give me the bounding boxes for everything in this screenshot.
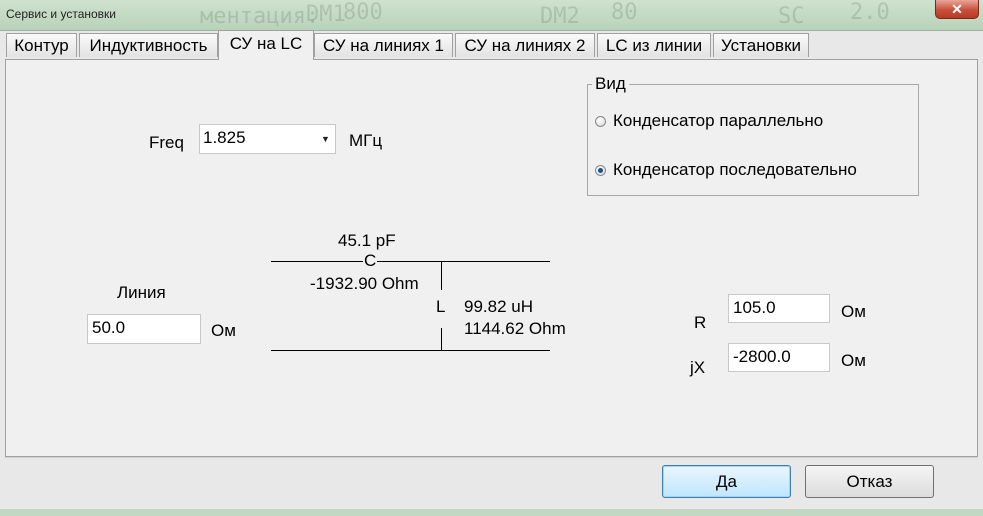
cancel-button[interactable]: Отказ [805,465,934,498]
line-impedance-input[interactable]: 50.0 [87,314,201,344]
tab-su-lc[interactable]: СУ на LC [218,30,314,60]
r-unit: Ом [841,302,866,321]
capacitor-reactance: -1932.90 Ohm [310,274,419,293]
r-input[interactable]: 105.0 [728,294,830,323]
inductor-reactance: 1144.62 Ohm [464,319,566,338]
background-text: DM1 [306,2,346,27]
tab-settings[interactable]: Установки [713,33,809,57]
tab-su-lines-2[interactable]: СУ на линиях 2 [455,33,595,57]
capacitor-label: C [363,251,378,271]
inductor-label: L [436,297,446,316]
jx-unit: Ом [841,351,866,370]
close-button[interactable]: ✕ [935,0,979,19]
background-text: SC [778,4,805,29]
bottom-wire [271,350,550,351]
title-bar: ментация: DM1 800 DM2 80 SC 2.0 Сервис и… [0,0,983,31]
radio-capacitor-series-label[interactable]: Конденсатор последовательно [613,160,857,180]
tab-lc-from-line[interactable]: LC из линии [597,33,711,57]
radio-capacitor-parallel-label[interactable]: Конденсатор параллельно [613,111,823,131]
background-text: 800 [343,0,383,25]
inductor-wire-upper [441,261,442,290]
dropdown-arrow-icon[interactable]: ▼ [321,134,330,144]
jx-label: jX [690,358,706,377]
background-text: ментация: [200,4,320,29]
view-group-title: Вид [592,74,629,94]
window-bottom-border [0,509,983,516]
freq-unit: МГц [349,131,383,150]
line-label: Линия [117,283,166,302]
r-label: R [694,313,707,332]
tab-kontur[interactable]: Контур [6,33,77,57]
freq-label: Freq [149,133,184,152]
tab-su-lines-1[interactable]: СУ на линиях 1 [314,33,453,57]
window-title: Сервис и установки [6,7,116,21]
top-wire [271,261,550,262]
freq-value: 1.825 [203,128,246,147]
inductance-value: 99.82 uH [464,297,533,316]
jx-input[interactable]: -2800.0 [728,343,830,372]
freq-combobox[interactable]: 1.825 ▼ [199,124,336,154]
footer-separator [5,457,978,458]
tab-inductance[interactable]: Индуктивность [79,33,218,57]
capacitance-value: 45.1 pF [338,231,396,250]
radio-capacitor-parallel[interactable] [595,116,606,127]
background-text: 2.0 [850,0,890,25]
background-text: DM2 [540,4,580,29]
radio-capacitor-series[interactable] [595,165,606,176]
background-text: 80 [611,0,638,25]
inductor-wire-lower [441,328,442,351]
line-unit: Ом [211,321,236,340]
close-icon: ✕ [951,1,963,17]
ok-button[interactable]: Да [662,465,791,498]
